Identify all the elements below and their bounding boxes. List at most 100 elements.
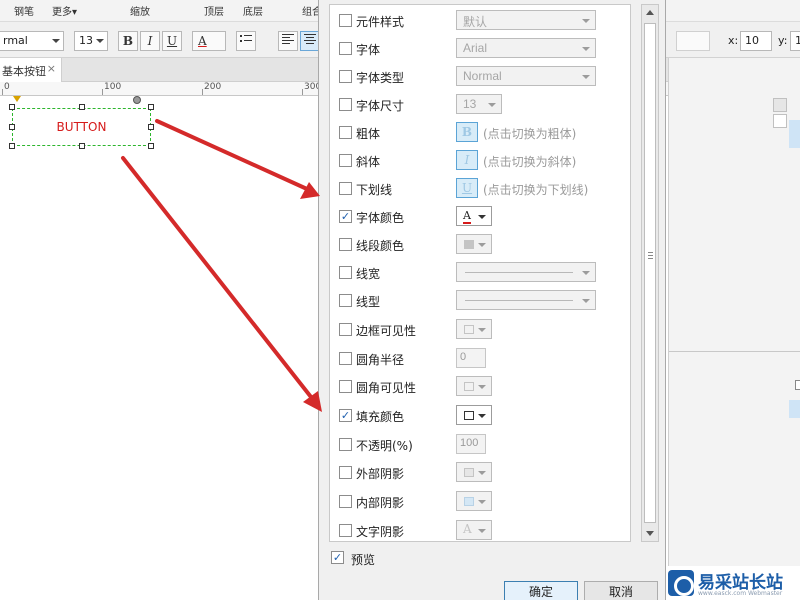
checkbox[interactable] bbox=[339, 266, 352, 279]
panel-scroll-thumb[interactable] bbox=[773, 114, 787, 128]
font-combo[interactable]: Arial bbox=[456, 38, 596, 58]
scroll-up-icon[interactable] bbox=[773, 98, 787, 112]
checkbox[interactable] bbox=[339, 98, 352, 111]
property-row-font-type: 字体类型 Normal bbox=[330, 66, 630, 88]
chevron-down-icon bbox=[582, 47, 590, 51]
chevron-down-icon bbox=[478, 385, 486, 389]
bold-toggle[interactable]: B bbox=[456, 122, 478, 142]
checkbox[interactable] bbox=[339, 438, 352, 451]
resize-handle[interactable] bbox=[148, 124, 154, 130]
checkbox[interactable] bbox=[339, 126, 352, 139]
font-size-select[interactable]: 13 bbox=[74, 31, 108, 51]
checkbox[interactable] bbox=[339, 352, 352, 365]
resize-handle[interactable] bbox=[79, 104, 85, 110]
checkbox[interactable] bbox=[339, 524, 352, 537]
border-visibility-picker[interactable] bbox=[456, 319, 492, 339]
property-row-font-color: ✓ 字体颜色 A bbox=[330, 206, 630, 228]
anchor-marker-icon bbox=[13, 96, 21, 102]
scroll-down-icon[interactable] bbox=[646, 531, 654, 536]
align-center-icon[interactable] bbox=[300, 31, 320, 51]
corner-radius-input[interactable]: 0 bbox=[456, 348, 486, 368]
property-row-underline: 下划线 U (点击切换为下划线) bbox=[330, 178, 630, 200]
corner-visibility-picker[interactable] bbox=[456, 376, 492, 396]
panel-highlight bbox=[789, 120, 800, 148]
bold-button[interactable]: B bbox=[118, 31, 138, 51]
outer-shadow-picker[interactable] bbox=[456, 462, 492, 482]
resize-handle[interactable] bbox=[9, 143, 15, 149]
chevron-down-icon bbox=[488, 103, 496, 107]
font-style-select[interactable]: rmal bbox=[0, 31, 64, 51]
resize-handle[interactable] bbox=[148, 104, 154, 110]
underline-toggle[interactable]: U bbox=[456, 178, 478, 198]
chevron-down-icon bbox=[582, 271, 590, 275]
button-widget[interactable]: BUTTON bbox=[12, 108, 151, 146]
line-preview bbox=[465, 300, 573, 301]
line-width-combo[interactable] bbox=[456, 262, 596, 282]
resize-handle[interactable] bbox=[148, 143, 154, 149]
close-icon[interactable]: × bbox=[47, 62, 56, 75]
menu-item-more[interactable]: 更多▾ bbox=[52, 3, 77, 18]
property-row-outer-shadow: 外部阴影 bbox=[330, 462, 630, 484]
checkbox[interactable] bbox=[339, 182, 352, 195]
font-color-picker[interactable]: A bbox=[456, 206, 492, 226]
font-color-button[interactable]: A bbox=[192, 31, 226, 51]
menu-item-send-to-back[interactable]: 底层 bbox=[243, 3, 263, 18]
rotate-handle-icon[interactable] bbox=[133, 96, 141, 104]
menu-item-bring-to-front[interactable]: 顶层 bbox=[204, 3, 224, 18]
x-position-input[interactable]: 10 bbox=[740, 31, 772, 51]
italic-toggle[interactable]: I bbox=[456, 150, 478, 170]
checkbox[interactable] bbox=[339, 380, 352, 393]
text-shadow-picker[interactable]: A bbox=[456, 520, 492, 540]
checkbox[interactable] bbox=[339, 495, 352, 508]
checkbox[interactable] bbox=[339, 42, 352, 55]
property-row-font: 字体 Arial bbox=[330, 38, 630, 60]
inner-shadow-icon bbox=[464, 497, 474, 506]
resize-handle[interactable] bbox=[9, 124, 15, 130]
panel-divider bbox=[669, 351, 800, 352]
checkbox[interactable] bbox=[339, 14, 352, 27]
chevron-down-icon bbox=[478, 328, 486, 332]
panel-checkbox[interactable] bbox=[795, 380, 800, 390]
ok-button[interactable]: 确定 bbox=[504, 581, 578, 600]
chevron-down-icon bbox=[52, 39, 60, 43]
inner-shadow-picker[interactable] bbox=[456, 491, 492, 511]
menu-item-zoom[interactable]: 缩放 bbox=[130, 3, 150, 18]
bullet-list-icon[interactable] bbox=[236, 31, 256, 51]
color-swatch bbox=[464, 240, 474, 249]
chevron-down-icon bbox=[478, 414, 486, 418]
document-tab[interactable]: 基本按钮 × bbox=[0, 58, 62, 82]
resize-handle[interactable] bbox=[9, 104, 15, 110]
font-type-combo[interactable]: Normal bbox=[456, 66, 596, 86]
format-properties-dialog: 元件样式 默认 字体 Arial 字体类型 Normal 字体尺寸 13 粗体 … bbox=[318, 0, 666, 600]
italic-button[interactable]: I bbox=[140, 31, 160, 51]
menu-item-pen[interactable]: 钢笔 bbox=[14, 3, 34, 18]
checkbox[interactable] bbox=[339, 238, 352, 251]
font-size-combo[interactable]: 13 bbox=[456, 94, 502, 114]
scroll-up-icon[interactable] bbox=[646, 10, 654, 15]
widget-style-combo[interactable]: 默认 bbox=[456, 10, 596, 30]
property-list-scrollbar[interactable] bbox=[641, 4, 659, 542]
checkbox[interactable] bbox=[339, 70, 352, 83]
preview-checkbox[interactable]: ✓ bbox=[331, 551, 344, 564]
line-style-combo[interactable] bbox=[456, 290, 596, 310]
chevron-down-icon bbox=[582, 75, 590, 79]
checkbox-checked[interactable]: ✓ bbox=[339, 409, 352, 422]
ruler-label: 0 bbox=[4, 82, 10, 92]
fill-color-picker[interactable] bbox=[456, 405, 492, 425]
cancel-button[interactable]: 取消 bbox=[584, 581, 658, 600]
ruler-tick bbox=[202, 89, 203, 95]
checkbox-checked[interactable]: ✓ bbox=[339, 210, 352, 223]
chevron-down-icon bbox=[478, 215, 486, 219]
checkbox[interactable] bbox=[339, 323, 352, 336]
scroll-thumb[interactable] bbox=[644, 23, 656, 523]
line-style-icon[interactable] bbox=[676, 31, 710, 51]
checkbox[interactable] bbox=[339, 466, 352, 479]
checkbox[interactable] bbox=[339, 294, 352, 307]
checkbox[interactable] bbox=[339, 154, 352, 167]
underline-button[interactable]: U bbox=[162, 31, 182, 51]
align-left-icon[interactable] bbox=[278, 31, 298, 51]
resize-handle[interactable] bbox=[79, 143, 85, 149]
line-color-picker[interactable] bbox=[456, 234, 492, 254]
opacity-input[interactable]: 100 bbox=[456, 434, 486, 454]
y-position-input[interactable]: 10 bbox=[790, 31, 800, 51]
